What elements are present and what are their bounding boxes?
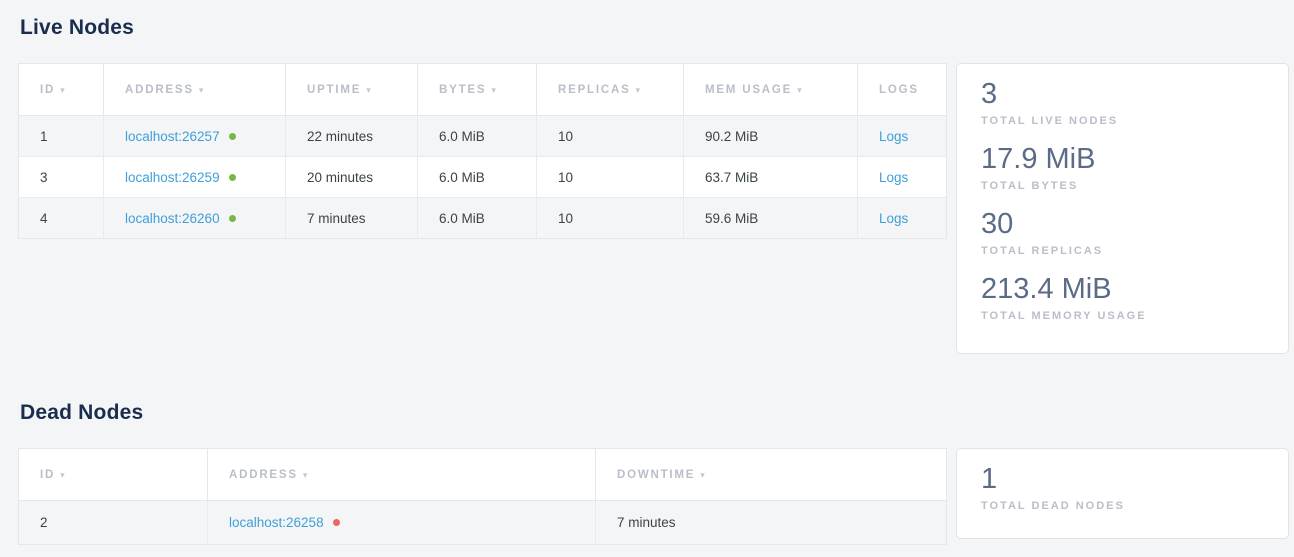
node-uptime-cell: 22 minutes — [286, 116, 418, 157]
node-logs-link[interactable]: Logs — [879, 129, 908, 144]
column-header-label: BYTES — [439, 84, 486, 96]
node-id-cell: 4 — [19, 198, 104, 239]
column-header-label: MEM USAGE — [705, 84, 792, 96]
summary-stat-total-dead-nodes: 1 TOTAL DEAD NODES — [981, 461, 1264, 514]
column-header-replicas[interactable]: REPLICAS ▾ — [537, 64, 684, 116]
live-nodes-section: Live Nodes ID ▾ ADDRESS ▾ UPTIME ▾ BYTES ▾ R… — [0, 14, 1294, 354]
dead-nodes-body: ID ▾ ADDRESS ▾ DOWNTIME ▾ 2 localhost:26258… — [18, 448, 1294, 545]
table-header-row: ID ▾ ADDRESS ▾ UPTIME ▾ BYTES ▾ REPLICAS ▾ ME… — [19, 64, 947, 116]
stat-value: 17.9 MiB — [981, 141, 1264, 177]
node-replicas-cell: 10 — [537, 157, 684, 198]
live-nodes-title: Live Nodes — [20, 14, 1294, 42]
node-address-link[interactable]: localhost:26260 — [125, 211, 220, 226]
column-header-label: ID — [40, 84, 55, 96]
column-header-label: REPLICAS — [558, 84, 631, 96]
column-header-mem-usage[interactable]: MEM USAGE ▾ — [684, 64, 858, 116]
table-row: 1 localhost:26257 22 minutes 6.0 MiB 10 … — [19, 116, 947, 157]
table-header-row: ID ▾ ADDRESS ▾ DOWNTIME ▾ — [19, 449, 947, 501]
node-logs-link[interactable]: Logs — [879, 170, 908, 185]
table-row: 3 localhost:26259 20 minutes 6.0 MiB 10 … — [19, 157, 947, 198]
stat-value: 3 — [981, 76, 1264, 112]
node-address-cell: localhost:26258 — [208, 501, 596, 545]
column-header-id[interactable]: ID ▾ — [19, 64, 104, 116]
table-row: 2 localhost:26258 7 minutes — [19, 501, 947, 545]
node-uptime-cell: 7 minutes — [286, 198, 418, 239]
node-address-link[interactable]: localhost:26258 — [229, 515, 324, 530]
cluster-nodes-page: Live Nodes ID ▾ ADDRESS ▾ UPTIME ▾ BYTES ▾ R… — [0, 0, 1294, 557]
node-logs-cell: Logs — [858, 198, 947, 239]
stat-value: 213.4 MiB — [981, 271, 1264, 307]
column-header-label: UPTIME — [307, 84, 361, 96]
stat-label: TOTAL DEAD NODES — [981, 499, 1264, 514]
column-header-label: DOWNTIME — [617, 469, 695, 481]
node-uptime-cell: 20 minutes — [286, 157, 418, 198]
node-address-cell: localhost:26257 — [104, 116, 286, 157]
live-nodes-body: ID ▾ ADDRESS ▾ UPTIME ▾ BYTES ▾ REPLICAS ▾ ME… — [18, 63, 1294, 354]
column-header-label: ADDRESS — [125, 84, 194, 96]
column-header-downtime[interactable]: DOWNTIME ▾ — [596, 449, 947, 501]
node-mem-usage-cell: 63.7 MiB — [684, 157, 858, 198]
sort-arrow-icon: ▾ — [60, 85, 65, 95]
sort-arrow-icon: ▾ — [60, 470, 65, 480]
table-row: 4 localhost:26260 7 minutes 6.0 MiB 10 5… — [19, 198, 947, 239]
dead-nodes-title: Dead Nodes — [20, 399, 1294, 427]
summary-stat-total-live-nodes: 3 TOTAL LIVE NODES — [981, 76, 1264, 129]
node-id-cell: 1 — [19, 116, 104, 157]
node-live-status-icon — [229, 133, 236, 140]
node-bytes-cell: 6.0 MiB — [418, 157, 537, 198]
dead-nodes-table: ID ▾ ADDRESS ▾ DOWNTIME ▾ 2 localhost:26258… — [18, 448, 947, 545]
summary-stat-total-memory-usage: 213.4 MiB TOTAL MEMORY USAGE — [981, 271, 1264, 324]
sort-arrow-icon: ▾ — [303, 470, 308, 480]
column-header-id[interactable]: ID ▾ — [19, 449, 208, 501]
node-replicas-cell: 10 — [537, 116, 684, 157]
column-header-address[interactable]: ADDRESS ▾ — [104, 64, 286, 116]
node-logs-link[interactable]: Logs — [879, 211, 908, 226]
node-address-link[interactable]: localhost:26257 — [125, 129, 220, 144]
dead-nodes-section: Dead Nodes ID▾ ADDRESS▾ DOWNTIME▾ 2 l — [0, 399, 1294, 545]
sort-arrow-icon: ▾ — [199, 85, 204, 95]
summary-stat-total-replicas: 30 TOTAL REPLICAS — [981, 206, 1264, 259]
node-bytes-cell: 6.0 MiB — [418, 116, 537, 157]
stat-value: 1 — [981, 461, 1264, 497]
node-address-link[interactable]: localhost:26259 — [125, 170, 220, 185]
column-header-logs: LOGS — [858, 64, 947, 116]
node-address-cell: localhost:26259 — [104, 157, 286, 198]
column-header-label: ADDRESS — [229, 469, 298, 481]
live-nodes-table: ID ▾ ADDRESS ▾ UPTIME ▾ BYTES ▾ REPLICAS ▾ ME… — [18, 63, 947, 239]
sort-arrow-icon: ▾ — [491, 85, 496, 95]
node-replicas-cell: 10 — [537, 198, 684, 239]
column-header-address[interactable]: ADDRESS ▾ — [208, 449, 596, 501]
column-header-label: ID — [40, 469, 55, 481]
stat-label: TOTAL LIVE NODES — [981, 114, 1264, 129]
node-bytes-cell: 6.0 MiB — [418, 198, 537, 239]
node-logs-cell: Logs — [858, 116, 947, 157]
node-dead-status-icon — [333, 519, 340, 526]
column-header-bytes[interactable]: BYTES ▾ — [418, 64, 537, 116]
node-downtime-cell: 7 minutes — [596, 501, 947, 545]
sort-arrow-icon: ▾ — [797, 85, 802, 95]
dead-nodes-summary-card: 1 TOTAL DEAD NODES — [956, 448, 1289, 539]
node-mem-usage-cell: 90.2 MiB — [684, 116, 858, 157]
sort-arrow-icon: ▾ — [700, 470, 705, 480]
sort-arrow-icon: ▾ — [366, 85, 371, 95]
stat-label: TOTAL REPLICAS — [981, 244, 1264, 259]
node-mem-usage-cell: 59.6 MiB — [684, 198, 858, 239]
node-id-cell: 3 — [19, 157, 104, 198]
node-address-cell: localhost:26260 — [104, 198, 286, 239]
stat-value: 30 — [981, 206, 1264, 242]
node-id-cell: 2 — [19, 501, 208, 545]
node-logs-cell: Logs — [858, 157, 947, 198]
sort-arrow-icon: ▾ — [636, 85, 641, 95]
live-nodes-summary-card: 3 TOTAL LIVE NODES 17.9 MiB TOTAL BYTES … — [956, 63, 1289, 354]
node-live-status-icon — [229, 174, 236, 181]
stat-label: TOTAL MEMORY USAGE — [981, 309, 1264, 324]
node-live-status-icon — [229, 215, 236, 222]
stat-label: TOTAL BYTES — [981, 179, 1264, 194]
column-header-uptime[interactable]: UPTIME ▾ — [286, 64, 418, 116]
column-header-label: LOGS — [879, 84, 919, 96]
summary-stat-total-bytes: 17.9 MiB TOTAL BYTES — [981, 141, 1264, 194]
